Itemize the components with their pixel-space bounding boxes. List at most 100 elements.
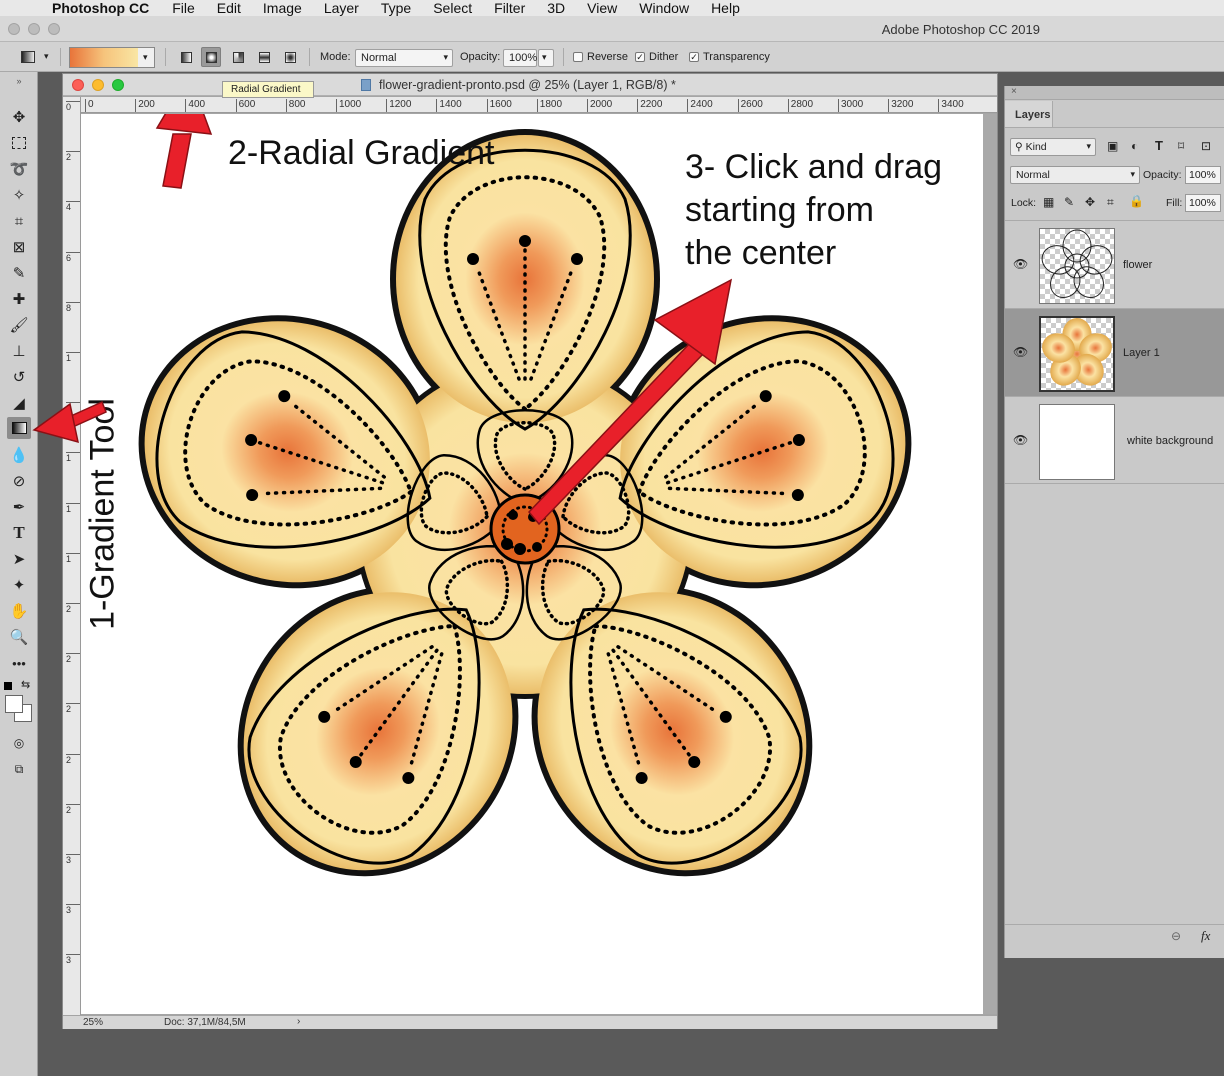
menu-image[interactable]: Image	[252, 0, 313, 16]
mode-select[interactable]: Normal ▾	[355, 49, 453, 67]
layer-filter-select[interactable]: ⚲ Kind ▾	[1010, 138, 1096, 156]
diamond-gradient-button[interactable]	[280, 47, 300, 67]
custom-shape-tool-icon[interactable]: ✦	[7, 574, 31, 596]
frame-tool-icon[interactable]: ⊠	[7, 236, 31, 258]
lasso-tool-icon[interactable]: ➰	[7, 158, 31, 180]
lock-transparent-icon[interactable]: ▦	[1043, 195, 1054, 209]
type-filter-icon[interactable]: T	[1155, 138, 1163, 153]
linear-gradient-button[interactable]	[176, 47, 196, 67]
dither-checkbox[interactable]: ✓	[635, 52, 645, 62]
pen-tool-icon[interactable]: ✒	[7, 496, 31, 518]
ruler-tick-label: 3200	[888, 99, 913, 112]
tool-preset-picker[interactable]	[18, 47, 38, 67]
type-tool-icon[interactable]: T	[7, 522, 31, 544]
menu-window[interactable]: Window	[628, 0, 700, 16]
minimize-window-button[interactable]	[28, 23, 40, 35]
stamp-tool-icon[interactable]: ⊥	[7, 340, 31, 362]
menu-3d[interactable]: 3D	[536, 0, 576, 16]
canvas[interactable]: 2-Radial Gradient 3- Click and drag star…	[81, 114, 983, 1014]
vertical-scrollbar[interactable]	[983, 114, 997, 1014]
quick-mask-icon[interactable]: ◎	[7, 732, 31, 754]
hand-tool-icon[interactable]: ✋	[7, 600, 31, 622]
reflected-gradient-button[interactable]	[254, 47, 274, 67]
marquee-tool-icon[interactable]	[7, 132, 31, 154]
radial-gradient-button[interactable]	[201, 47, 221, 67]
gradient-preview	[70, 48, 138, 67]
tooltip: Radial Gradient	[222, 81, 314, 98]
divider	[563, 48, 564, 66]
lock-all-icon[interactable]: 🔒	[1129, 194, 1144, 208]
opacity-dropdown[interactable]: ▾	[538, 49, 554, 67]
move-tool-icon[interactable]: ✥	[7, 106, 31, 128]
opacity-input[interactable]: 100%	[503, 49, 537, 67]
tab-layers[interactable]: Layers	[1005, 101, 1053, 127]
angle-gradient-button[interactable]	[228, 47, 248, 67]
close-window-button[interactable]	[8, 23, 20, 35]
dodge-tool-icon[interactable]: ⊘	[7, 470, 31, 492]
collapse-icon[interactable]: »	[4, 76, 34, 86]
swap-colors-icon[interactable]: ⇆	[21, 678, 30, 691]
smart-object-filter-icon[interactable]: ⊡	[1201, 139, 1211, 153]
blend-mode-select[interactable]: Normal ▾	[1010, 166, 1140, 184]
menu-edit[interactable]: Edit	[206, 0, 252, 16]
zoom-level[interactable]: 25%	[83, 1017, 103, 1028]
fill-input[interactable]: 100%	[1185, 194, 1221, 212]
layer-row-white-background[interactable]: 👁 white background	[1005, 396, 1224, 484]
healing-brush-tool-icon[interactable]: ✚	[7, 288, 31, 310]
zoom-document-button[interactable]	[112, 79, 124, 91]
transparency-checkbox[interactable]: ✓	[689, 52, 699, 62]
screen-mode-icon[interactable]: ⧉	[7, 758, 31, 780]
visibility-eye-icon[interactable]: 👁	[1013, 345, 1028, 359]
link-icon[interactable]: ⊖	[1171, 929, 1181, 943]
tools-panel: » ✥ ➰ ✧ ⌗ ⊠ ✎ ✚ 🖌 ⊥ ↺ ◢ 💧 ⊘ ✒ T ➤ ✦ ✋ 🔍 …	[0, 72, 38, 1076]
layer-name[interactable]: flower	[1123, 259, 1152, 271]
crop-tool-icon[interactable]: ⌗	[7, 210, 31, 232]
more-tools-icon[interactable]: •••	[7, 652, 31, 674]
close-panel-icon[interactable]: ×	[1011, 86, 1017, 97]
reverse-checkbox[interactable]	[573, 52, 583, 62]
menu-app-name[interactable]: Photoshop CC	[46, 0, 161, 16]
chevron-down-icon[interactable]: ▾	[44, 51, 49, 62]
eyedropper-tool-icon[interactable]: ✎	[7, 262, 31, 284]
brush-tool-icon[interactable]: 🖌	[7, 314, 31, 336]
history-brush-tool-icon[interactable]: ↺	[7, 366, 31, 388]
layer-opacity-input[interactable]: 100%	[1185, 166, 1221, 184]
menu-help[interactable]: Help	[700, 0, 751, 16]
close-document-button[interactable]	[72, 79, 84, 91]
path-selection-tool-icon[interactable]: ➤	[7, 548, 31, 570]
shape-filter-icon[interactable]: ⌑	[1178, 139, 1184, 153]
annotation-step3-line1: 3- Click and drag	[685, 148, 943, 186]
visibility-eye-icon[interactable]: 👁	[1013, 433, 1028, 447]
lock-image-icon[interactable]: ✎	[1064, 195, 1074, 209]
layer-name[interactable]: white background	[1127, 435, 1213, 447]
zoom-tool-icon[interactable]: 🔍	[7, 626, 31, 648]
ruler-tick-label: 3	[66, 854, 80, 865]
pixel-filter-icon[interactable]: ▣	[1107, 139, 1118, 153]
menu-select[interactable]: Select	[422, 0, 483, 16]
ruler-tick-label: 0	[66, 101, 80, 112]
adjustment-filter-icon[interactable]: ◐	[1131, 139, 1138, 153]
menu-filter[interactable]: Filter	[483, 0, 536, 16]
lock-position-icon[interactable]: ✥	[1085, 195, 1095, 209]
zoom-window-button[interactable]	[48, 23, 60, 35]
ruler-tick-label: 2	[66, 653, 80, 664]
layer-row-flower[interactable]: 👁 flower	[1005, 220, 1224, 308]
default-colors-icon[interactable]	[4, 682, 12, 690]
chevron-right-icon[interactable]: ›	[297, 1016, 300, 1027]
layer-name[interactable]: Layer 1	[1123, 347, 1160, 359]
visibility-eye-icon[interactable]: 👁	[1013, 257, 1028, 271]
menu-type[interactable]: Type	[370, 0, 422, 16]
foreground-color-swatch[interactable]	[5, 695, 23, 713]
lock-artboard-icon[interactable]: ⌗	[1107, 195, 1114, 210]
minimize-document-button[interactable]	[92, 79, 104, 91]
gradient-picker[interactable]: ▾	[69, 47, 155, 68]
menu-file[interactable]: File	[161, 0, 206, 16]
layers-footer: ⊖ fx	[1005, 924, 1224, 948]
ruler-tick-label: 1200	[386, 99, 411, 112]
menu-view[interactable]: View	[576, 0, 628, 16]
fx-icon[interactable]: fx	[1201, 928, 1210, 944]
menu-layer[interactable]: Layer	[313, 0, 370, 16]
magic-wand-tool-icon[interactable]: ✧	[7, 184, 31, 206]
ruler-tick-label: 3400	[938, 99, 964, 112]
layer-row-layer-1[interactable]: 👁 Layer 1	[1005, 308, 1224, 396]
